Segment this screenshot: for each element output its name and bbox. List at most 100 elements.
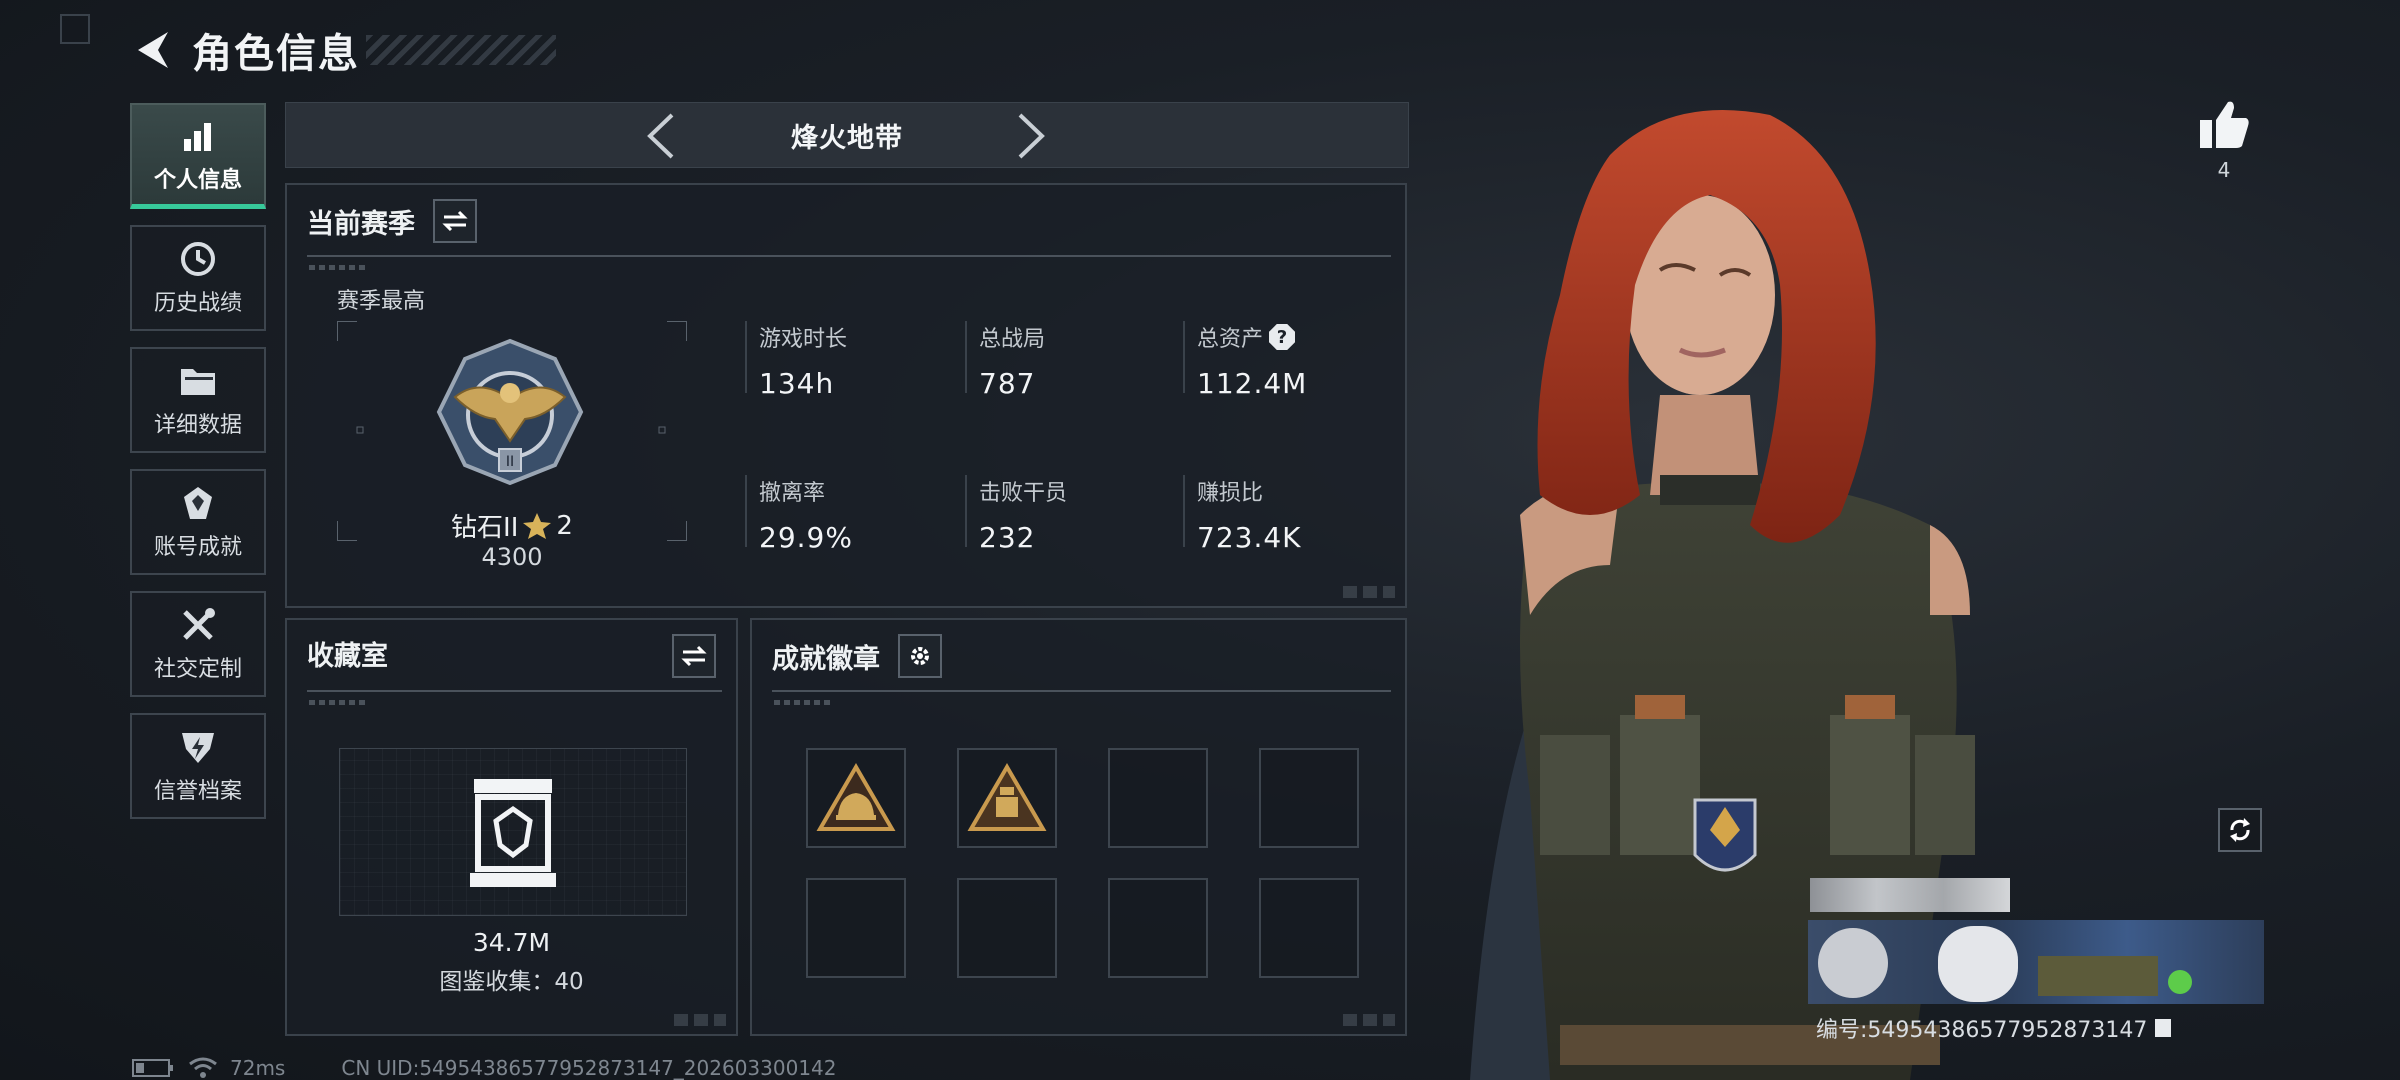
banner-figure <box>1938 926 2018 1002</box>
nav-label: 个人信息 <box>153 167 242 193</box>
copy-icon[interactable] <box>2153 1017 2173 1039</box>
help-icon[interactable]: ? <box>1269 324 1296 350</box>
bar-chart-icon <box>178 116 218 156</box>
divider <box>307 690 722 692</box>
back-arrow-icon <box>138 32 168 68</box>
badges-settings-button[interactable] <box>898 634 942 678</box>
mode-next-button[interactable] <box>1006 111 1056 161</box>
folder-icon <box>178 361 218 401</box>
divider <box>745 475 747 547</box>
nav-item-personal-info[interactable]: 个人信息 <box>130 103 266 209</box>
divider <box>745 321 747 393</box>
back-button[interactable] <box>130 20 170 80</box>
tools-icon <box>178 605 218 645</box>
rank-info: 钻石II 2 <box>387 507 637 544</box>
stat-label: 赚损比 <box>1197 481 1264 506</box>
season-highest-label: 赛季最高 <box>337 289 426 314</box>
mode-name: 烽火地带 <box>791 122 903 154</box>
player-id-row: 编号:5495438657795287314​7 <box>1816 1012 2173 1044</box>
divider-decoration <box>309 265 367 270</box>
badge-slot-empty[interactable] <box>1259 878 1359 978</box>
divider <box>772 690 1391 692</box>
badge-item-icon <box>967 763 1047 831</box>
badge-slot-empty[interactable] <box>1108 748 1208 848</box>
rank-emblem-icon: II <box>436 338 584 486</box>
status-bar: 72ms CN UID:5495438657795287314​7_202603… <box>132 1056 837 1080</box>
catalog-count: 图鉴收集：40 <box>439 969 584 995</box>
stat-total-assets: 总资产 ? 112.4M <box>1183 321 1308 400</box>
stat-label: 击败干员 <box>979 481 1068 506</box>
chevron-left-icon <box>647 113 674 159</box>
page-title: 角色信息 <box>192 31 360 77</box>
nav-label: 信誉档案 <box>153 779 242 804</box>
badge-slot-empty[interactable] <box>806 878 906 978</box>
like-count: 4 <box>2217 158 2231 182</box>
achievement-icon <box>178 483 218 523</box>
player-id: 编号:5495438657795287314​7 <box>1816 1018 2148 1043</box>
history-icon <box>178 239 218 279</box>
stat-value: 134h <box>759 367 835 400</box>
wifi-icon <box>189 1057 217 1078</box>
uid: CN UID:5495438657795287314​7_20260330014… <box>341 1056 837 1080</box>
divider <box>1183 321 1185 393</box>
battery-icon <box>132 1059 173 1077</box>
vault-icon <box>470 779 556 887</box>
corner-decoration <box>1343 586 1395 598</box>
swap-icon <box>442 210 468 232</box>
refresh-button[interactable] <box>2218 808 2262 852</box>
season-switch-button[interactable] <box>433 199 477 243</box>
badge-helmet-icon <box>816 763 896 831</box>
nav-item-history[interactable]: 历史战绩 <box>130 225 266 331</box>
stat-label: 撤离率 <box>759 481 826 506</box>
collection-switch-button[interactable] <box>672 634 716 678</box>
badge-slot-empty[interactable] <box>1108 878 1208 978</box>
season-title: 当前赛季 <box>307 208 415 240</box>
badge-slot-empty[interactable] <box>1259 748 1359 848</box>
nav-item-credit[interactable]: 信誉档案 <box>130 713 266 819</box>
chevron-right-icon <box>1018 113 1045 159</box>
banner-figure <box>1818 928 1888 998</box>
nav-item-achievements[interactable]: 账号成就 <box>130 469 266 575</box>
divider-decoration <box>774 700 832 705</box>
stat-value: 112.4M <box>1197 367 1308 400</box>
nav-item-social[interactable]: 社交定制 <box>130 591 266 697</box>
player-name-blurred <box>1810 878 2010 912</box>
divider <box>307 255 1391 257</box>
badge-slot-empty[interactable] <box>957 878 1057 978</box>
player-banner <box>1808 920 2264 1004</box>
stat-kills: 击败干员 232 <box>965 475 1068 554</box>
rank-stars: 2 <box>556 510 573 541</box>
collection-panel: 收藏室 34.7M 图鉴收集：40 <box>285 618 738 1036</box>
mode-prev-button[interactable] <box>636 111 686 161</box>
collection-value: 34.7M <box>472 928 551 957</box>
header: 角色信息 <box>130 20 556 80</box>
stat-extract-rate: 撤离率 29.9% <box>745 475 853 554</box>
divider <box>1183 475 1185 547</box>
ping: 72ms <box>230 1056 286 1080</box>
title-decoration <box>366 35 556 65</box>
divider-decoration <box>309 700 367 705</box>
stat-play-time: 游戏时长 134h <box>745 321 848 400</box>
stat-value: 723.4K <box>1197 521 1302 554</box>
corner-decoration <box>674 1014 726 1026</box>
corner-decoration <box>1343 1014 1395 1026</box>
gear-icon <box>911 647 929 665</box>
nav-label: 详细数据 <box>153 413 242 438</box>
thumbs-up-icon <box>2200 101 2249 148</box>
stat-label: 总资产 <box>1197 327 1264 352</box>
svg-text:II: II <box>506 454 514 470</box>
rank-name: 钻石II <box>451 513 519 543</box>
badge-slot[interactable] <box>957 748 1057 848</box>
stat-label: 游戏时长 <box>759 327 848 352</box>
nav-item-detail-data[interactable]: 详细数据 <box>130 347 266 453</box>
stat-total-matches: 总战局 787 <box>965 321 1045 400</box>
badges-panel: 成就徽章 <box>750 618 1407 1036</box>
side-nav: 个人信息 历史战绩 详细数据 账号成就 社交定制 信誉档案 <box>130 103 266 835</box>
stat-value: 232 <box>979 521 1036 554</box>
corner-square <box>60 14 90 44</box>
credit-icon <box>178 727 218 767</box>
like-button[interactable] <box>2196 96 2252 156</box>
badges-title: 成就徽章 <box>772 643 880 675</box>
collection-showcase[interactable] <box>339 748 687 916</box>
badge-slot[interactable] <box>806 748 906 848</box>
